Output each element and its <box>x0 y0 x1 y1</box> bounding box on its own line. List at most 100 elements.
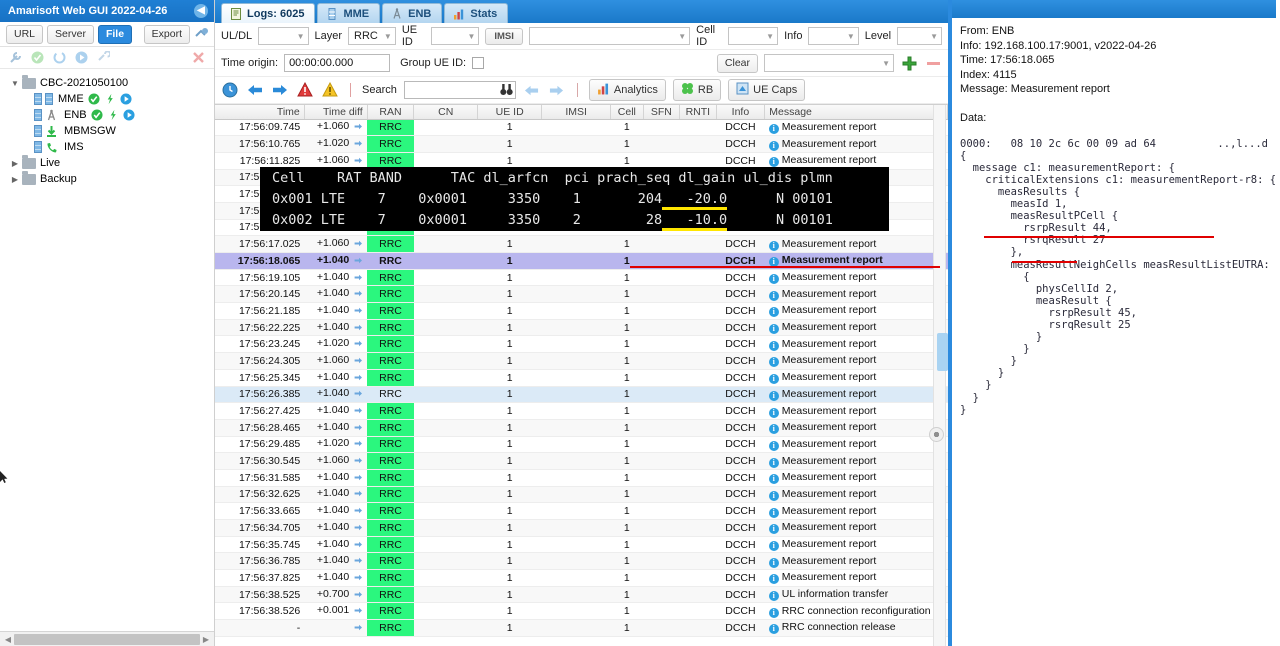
table-row[interactable]: 17:56:31.585 +1.040 RRC 1 1 DCCH i Measurement… <box>215 469 948 487</box>
search-label: Search <box>362 84 397 96</box>
cell-ran: RRC <box>367 452 414 470</box>
time-origin-input[interactable] <box>284 54 391 72</box>
server-button[interactable]: Server <box>47 24 94 44</box>
layer-select[interactable]: RRC ▼ <box>348 27 396 45</box>
col-cn[interactable]: CN <box>413 105 479 120</box>
col-sfn[interactable]: SFN <box>643 105 681 120</box>
table-row[interactable]: 17:56:37.825 +1.040 RRC 1 1 DCCH i Measurement… <box>215 569 948 587</box>
table-row[interactable]: 17:56:20.145 +1.040 RRC 1 1 DCCH i Measurement… <box>215 285 948 304</box>
tree-item-enb[interactable]: ENB <box>4 107 214 123</box>
table-row[interactable]: 17:56:09.745 +1.060 RRC 1 1 DCCH i Measurement… <box>215 119 948 137</box>
table-vertical-scrollbar[interactable] <box>929 105 948 646</box>
table-row[interactable]: 17:56:33.665 +1.040 RRC 1 1 DCCH i Measurement… <box>215 502 948 520</box>
table-row[interactable]: 17:56:29.485 +1.020 RRC 1 1 DCCH i Measurement… <box>215 436 948 454</box>
binoculars-icon[interactable] <box>500 83 513 99</box>
tree-item-ims[interactable]: IMS <box>4 139 214 155</box>
col-ran[interactable]: RAN <box>367 105 415 120</box>
clock-icon[interactable] <box>221 81 239 99</box>
tab-logs[interactable]: Logs: 6025 <box>221 3 316 23</box>
info-select[interactable]: ▼ <box>808 27 859 45</box>
tree-item-live[interactable]: ▶ Live <box>4 154 214 171</box>
scroll-left-icon[interactable]: ◀ <box>2 635 14 644</box>
delete-x-icon[interactable] <box>192 51 205 64</box>
col-timediff[interactable]: Time diff <box>304 105 368 120</box>
refresh-icon[interactable] <box>53 51 66 64</box>
table-row[interactable]: 17:56:38.525 +0.700 RRC 1 1 DCCH i UL informat… <box>215 586 948 604</box>
chevron-right-icon[interactable]: ▶ <box>8 159 22 168</box>
clear-button[interactable]: Clear <box>716 53 758 73</box>
link-icon[interactable] <box>97 51 110 64</box>
minus-icon[interactable] <box>924 54 942 72</box>
table-row[interactable]: 17:56:10.765 +1.020 RRC 1 1 DCCH i Measurement… <box>215 135 948 153</box>
col-imsi[interactable]: IMSI <box>541 105 612 120</box>
table-row[interactable]: 17:56:23.245 +1.020 RRC 1 1 DCCH i Measurement… <box>215 335 948 354</box>
arrow-left-icon[interactable] <box>246 81 264 99</box>
table-row[interactable]: 17:56:32.625 +1.040 RRC 1 1 DCCH i Measurement… <box>215 486 948 504</box>
col-info[interactable]: Info <box>716 105 766 120</box>
table-row[interactable]: - RRC 1 1 DCCH i RRC connection release <box>215 619 948 637</box>
table-row[interactable]: 17:56:22.225 +1.040 RRC 1 1 DCCH i Measurement… <box>215 319 948 337</box>
table-row[interactable]: 17:56:30.545 +1.060 RRC 1 1 DCCH i Measurement… <box>215 452 948 470</box>
search-next-icon[interactable] <box>548 81 566 99</box>
wrench-icon[interactable] <box>9 51 22 64</box>
warning-icon[interactable] <box>321 81 339 99</box>
table-row[interactable]: 17:56:27.425 +1.040 RRC 1 1 DCCH i Measurement… <box>215 402 948 420</box>
uldl-select[interactable]: ▼ <box>258 27 309 45</box>
file-button[interactable]: File <box>97 24 133 44</box>
table-row[interactable]: 17:56:24.305 +1.060 RRC 1 1 DCCH i Measurement… <box>215 352 948 370</box>
col-rnti[interactable]: RNTI <box>679 105 717 120</box>
tab-enb[interactable]: ENB <box>382 3 443 23</box>
sidebar-collapse-icon[interactable]: ◀ <box>194 4 208 18</box>
error-icon[interactable] <box>296 81 314 99</box>
add-server-icon[interactable] <box>194 27 208 41</box>
scroll-thumb[interactable] <box>14 633 200 645</box>
table-row[interactable]: 17:56:35.745 +1.040 RRC 1 1 DCCH i Measurement… <box>215 536 948 554</box>
arrow-right-icon[interactable] <box>271 81 289 99</box>
imsi-button[interactable]: IMSI <box>485 27 523 45</box>
tree-item-cbc[interactable]: ▼ CBC-2021050100 <box>4 74 214 91</box>
group-ue-checkbox[interactable] <box>472 57 485 69</box>
table-row[interactable]: 17:56:21.185 +1.040 RRC 1 1 DCCH i Measurement… <box>215 302 948 320</box>
export-button[interactable]: Export <box>143 24 190 44</box>
imsi-select[interactable]: ▼ <box>528 27 691 45</box>
check-circle-icon[interactable] <box>31 51 44 64</box>
level-select[interactable]: ▼ <box>897 27 942 45</box>
tab-mme[interactable]: MME <box>317 3 381 23</box>
rb-button[interactable]: RB <box>672 79 722 101</box>
sidebar-horizontal-scrollbar[interactable]: ◀ ▶ <box>0 631 214 646</box>
time-diff-arrow-icon <box>352 506 363 518</box>
table-row[interactable]: 17:56:26.385 +1.040 RRC 1 1 DCCH i Measurement… <box>215 386 948 404</box>
table-row[interactable]: 17:56:17.025 +1.060 RRC 1 1 DCCH i Measurement… <box>215 235 948 253</box>
plus-icon[interactable] <box>900 54 918 72</box>
cell-cell: 1 <box>610 469 644 487</box>
tree-item-backup[interactable]: ▶ Backup <box>4 170 214 187</box>
table-row[interactable]: 17:56:28.465 +1.040 RRC 1 1 DCCH i Measurement… <box>215 419 948 437</box>
chevron-right-icon[interactable]: ▶ <box>8 175 22 184</box>
table-row[interactable]: 17:56:36.785 +1.040 RRC 1 1 DCCH i Measurement… <box>215 552 948 571</box>
tree-item-mbmsgw[interactable]: MBMSGW <box>4 123 214 139</box>
col-message[interactable]: Message <box>764 105 948 120</box>
table-row[interactable]: 17:56:25.345 +1.040 RRC 1 1 DCCH i Measurement… <box>215 369 948 387</box>
col-ueid[interactable]: UE ID <box>477 105 543 120</box>
tab-stats[interactable]: Stats <box>444 3 509 23</box>
scroll-nub[interactable] <box>937 333 948 371</box>
table-row[interactable]: 17:56:38.526 +0.001 RRC 1 1 DCCH i RRC connect… <box>215 602 948 621</box>
tree-item-mme[interactable]: MME <box>4 91 214 107</box>
col-time[interactable]: Time <box>215 105 305 120</box>
cell-info: DCCH <box>716 486 765 504</box>
chevron-down-icon[interactable]: ▼ <box>8 79 22 88</box>
analytics-button[interactable]: Analytics <box>588 79 666 101</box>
cellid-select[interactable]: ▼ <box>727 27 779 45</box>
table-row[interactable]: 17:56:19.105 +1.040 RRC 1 1 DCCH i Measurement… <box>215 269 948 287</box>
col-cell[interactable]: Cell <box>610 105 644 120</box>
url-button[interactable]: URL <box>6 24 44 44</box>
table-row[interactable]: 17:56:34.705 +1.040 RRC 1 1 DCCH i Measurement… <box>215 519 948 537</box>
ueid-select[interactable]: ▼ <box>430 27 480 45</box>
preset-select[interactable]: ▼ <box>764 54 894 72</box>
search-prev-icon[interactable] <box>523 81 541 99</box>
scroll-right-icon[interactable]: ▶ <box>200 635 212 644</box>
play-circle-icon[interactable] <box>75 51 88 64</box>
uecaps-button[interactable]: UE Caps <box>728 79 806 101</box>
scroll-handle[interactable] <box>929 427 944 442</box>
cell-time: 17:56:30.545 <box>215 452 305 470</box>
